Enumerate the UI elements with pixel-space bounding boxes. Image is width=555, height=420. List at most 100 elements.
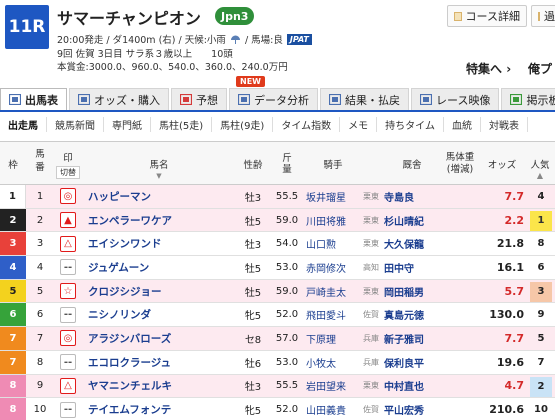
table-row[interactable]: 7 7 ◎ アラジンバローズ セ8 57.0 下原理 兵庫 新子雅司 7.7 5 (0, 327, 555, 351)
table-row[interactable]: 5 5 ☆ クロジシジョー 牡5 59.0 戸崎圭太 栗東 岡田稲男 5.7 3 (0, 279, 555, 304)
tab-4[interactable]: 結果・払戻 (320, 88, 409, 110)
mark-cell[interactable]: ▲ (56, 209, 80, 232)
jockey-link[interactable]: 岩田望来 (306, 375, 358, 398)
trainer-link[interactable]: 保利良平 (384, 351, 440, 374)
horse-name-link[interactable]: ハッピーマン (84, 185, 234, 208)
past-race-button[interactable]: 過去 (531, 5, 555, 27)
odds-value[interactable]: 2.2 (480, 209, 525, 232)
trainer-link[interactable]: 杉山晴紀 (384, 209, 440, 232)
mark-selector[interactable]: -- (60, 259, 76, 276)
horse-name-link[interactable]: エコロクラージュ (84, 351, 234, 374)
odds-value[interactable]: 19.6 (480, 351, 524, 374)
odds-value[interactable]: 7.7 (480, 185, 525, 208)
horse-name-link[interactable]: ヤマニンチェルキ (84, 375, 234, 398)
mark-cell[interactable]: ◎ (56, 327, 80, 350)
table-row[interactable]: 1 1 ◎ ハッピーマン 牡3 55.5 坂井瑠星 栗東 寺島良 7.7 4 (0, 185, 555, 209)
mark-cell[interactable]: ◎ (56, 185, 80, 208)
subnav-item-8[interactable]: 血統 (444, 116, 481, 132)
odds-value[interactable]: 5.7 (480, 280, 525, 303)
mark-selector[interactable]: ☆ (60, 283, 76, 300)
jockey-link[interactable]: 飛田愛斗 (306, 303, 358, 326)
table-row[interactable]: 6 6 -- ニシノリンダ 牝5 52.0 飛田愛斗 佐賀 真島元徳 130.0 9 (0, 303, 555, 328)
trainer-link[interactable]: 大久保龍 (384, 232, 440, 255)
table-row[interactable]: 3 3 △ エイシンワンド 牡3 54.0 山口勲 栗東 大久保龍 21.8 8 (0, 232, 555, 257)
mark-selector[interactable]: ◎ (60, 330, 76, 347)
jockey-link[interactable]: 赤岡修次 (306, 256, 358, 279)
tab-6[interactable]: 掲示板 (501, 88, 555, 110)
table-row[interactable]: 8 10 -- テイエムフォンテ 牝5 52.0 山田義貴 佐賀 平山宏秀 210.6 10 (0, 398, 555, 420)
mark-selector[interactable]: -- (60, 401, 76, 418)
tab-3[interactable]: データ分析 (229, 88, 318, 110)
table-row[interactable]: 7 8 -- エコロクラージュ 牡6 53.0 小牧太 兵庫 保利良平 19.6 7 (0, 350, 555, 375)
trainer-link[interactable]: 田中守 (384, 256, 440, 279)
special-feature-link[interactable]: 特集へ › (466, 60, 511, 77)
mark-selector[interactable]: -- (60, 306, 76, 323)
horse-name-link[interactable]: エイシンワンド (84, 232, 234, 255)
mark-cell[interactable]: -- (56, 351, 80, 374)
odds-value[interactable]: 7.7 (480, 327, 525, 350)
mark-selector[interactable]: -- (60, 354, 76, 371)
tab-1[interactable]: オッズ・購入 (69, 88, 169, 110)
odds-value[interactable]: 210.6 (480, 398, 524, 420)
jockey-link[interactable]: 川田将雅 (306, 209, 358, 232)
table-row[interactable]: 8 9 △ ヤマニンチェルキ 牡3 55.5 岩田望来 栗東 中村直也 4.7 2 (0, 374, 555, 399)
mark-cell[interactable]: -- (56, 303, 80, 326)
horse-name-link[interactable]: ニシノリンダ (84, 303, 234, 326)
odds-value[interactable]: 16.1 (480, 256, 524, 279)
jockey-link[interactable]: 山田義貴 (306, 398, 358, 420)
subnav-item-3[interactable]: 馬柱(5走) (151, 116, 213, 132)
tab-2[interactable]: 予想 (171, 88, 227, 110)
mark-selector[interactable]: △ (60, 235, 76, 252)
jockey-link[interactable]: 坂井瑠星 (306, 185, 358, 208)
trainer-link[interactable]: 平山宏秀 (384, 398, 440, 420)
trainer-link[interactable]: 新子雅司 (384, 327, 440, 350)
horse-name-link[interactable]: テイエムフォンテ (84, 398, 234, 420)
mark-cell[interactable]: △ (56, 232, 80, 255)
horse-name-link[interactable]: アラジンバローズ (84, 327, 234, 350)
horse-name-link[interactable]: エンペラーワケア (84, 209, 234, 232)
tab-5[interactable]: レース映像 (411, 88, 500, 110)
horse-name-link[interactable]: ジュゲムーン (84, 256, 234, 279)
subnav-item-5[interactable]: タイム指数 (273, 116, 341, 132)
mark-cell[interactable]: ☆ (56, 280, 80, 303)
trainer-link[interactable]: 岡田稲男 (384, 280, 440, 303)
table-row[interactable]: 4 4 -- ジュゲムーン 牡5 53.0 赤岡修次 高知 田中守 16.1 6 (0, 256, 555, 280)
jockey-link[interactable]: 小牧太 (306, 351, 358, 374)
other-link[interactable]: 俺プ (528, 60, 552, 77)
odds-value[interactable]: 21.8 (480, 232, 524, 255)
subnav-item-4[interactable]: 馬柱(9走) (212, 116, 274, 132)
sort-up-icon[interactable]: ▲ (526, 171, 554, 180)
jockey-link[interactable]: 下原理 (306, 327, 358, 350)
chevron-right-icon: › (506, 62, 512, 76)
subnav-item-6[interactable]: メモ (340, 116, 378, 132)
ipat-logo[interactable]: JPAT (286, 33, 312, 45)
subnav-item-1[interactable]: 競馬新聞 (47, 116, 104, 132)
subnav-item-0[interactable]: 出走馬 (0, 116, 47, 132)
trainer-link[interactable]: 真島元徳 (384, 303, 440, 326)
mark-cell[interactable]: -- (56, 398, 80, 420)
sub-navigation: 出走馬 競馬新聞 専門紙 馬柱(5走) 馬柱(9走) タイム指数 メモ 持ちタイム 血統 対戦表 (0, 114, 528, 134)
trainer-link[interactable]: 中村直也 (384, 375, 440, 398)
jockey-link[interactable]: 山口勲 (306, 232, 358, 255)
umaban-cell: 5 (36, 285, 44, 297)
mark-cell[interactable]: -- (56, 256, 80, 279)
horse-name-link[interactable]: クロジシジョー (84, 280, 234, 303)
odds-value[interactable]: 130.0 (480, 303, 524, 326)
trainer-link[interactable]: 寺島良 (384, 185, 440, 208)
mark-selector[interactable]: ◎ (60, 188, 76, 205)
subnav-item-7[interactable]: 持ちタイム (377, 116, 444, 132)
mark-toggle-button[interactable]: 切替 (56, 166, 80, 179)
mark-cell[interactable]: △ (56, 375, 80, 398)
subnav-item-9[interactable]: 対戦表 (481, 116, 528, 132)
odds-value[interactable]: 4.7 (480, 375, 525, 398)
trainer-affiliation: 栗東 (363, 286, 379, 296)
course-detail-button[interactable]: コース詳細 (447, 5, 527, 27)
tab-0[interactable]: 出馬表 (0, 88, 67, 110)
jockey-link[interactable]: 戸崎圭太 (306, 280, 358, 303)
mark-selector[interactable]: ▲ (60, 212, 76, 229)
mark-selector[interactable]: △ (60, 377, 76, 394)
sort-down-icon[interactable]: ▼ (84, 172, 234, 180)
subnav-item-2[interactable]: 専門紙 (104, 116, 151, 132)
carried-weight: 54.0 (275, 238, 299, 250)
table-row[interactable]: 2 2 ▲ エンペラーワケア 牡5 59.0 川田将雅 栗東 杉山晴紀 2.2 1 (0, 208, 555, 233)
